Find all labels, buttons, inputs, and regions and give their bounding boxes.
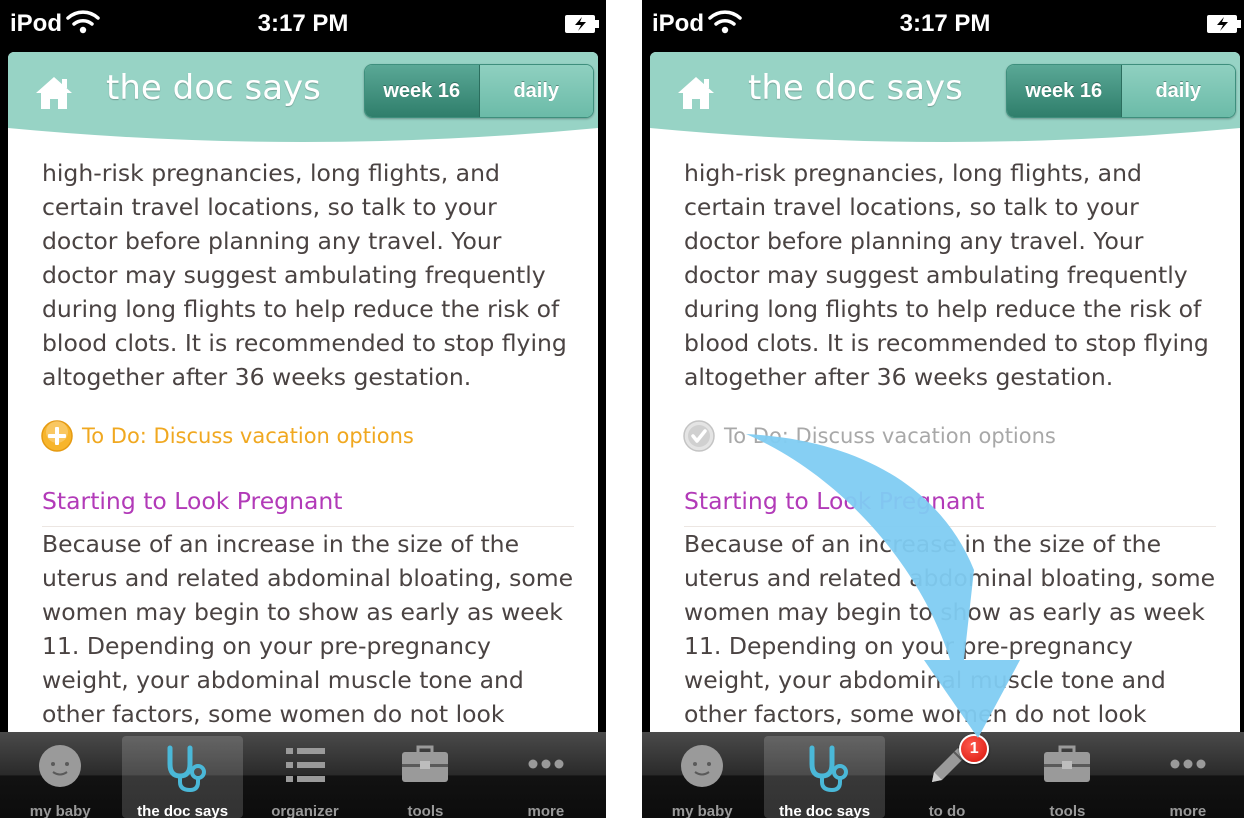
checkmark-icon[interactable] (682, 419, 716, 453)
tab-tools[interactable]: tools (1007, 732, 1127, 818)
tab-label: organizer (271, 803, 339, 818)
home-icon[interactable] (34, 74, 74, 112)
status-bar: iPod 3:17 PM (642, 0, 1244, 52)
tab-label: more (1169, 803, 1207, 818)
page-title: the doc says (106, 68, 321, 108)
tab-label: to do (928, 803, 966, 818)
phone-screen-after: iPod 3:17 PM the doc says week 16 daily … (642, 0, 1244, 818)
tab-to-do[interactable]: 1 to do (887, 732, 1007, 818)
tab-label: my baby (29, 803, 91, 818)
segment-week[interactable]: week 16 (365, 65, 480, 117)
stethoscope-icon (809, 745, 848, 793)
segment-daily[interactable]: daily (1121, 65, 1235, 117)
article-paragraph: high-risk pregnancies, long flights, and… (684, 159, 1209, 391)
article-content: high-risk pregnancies, long flights, and… (8, 156, 598, 732)
battery-icon (1207, 15, 1241, 33)
stethoscope-icon (167, 745, 206, 793)
tab-the-doc-says[interactable]: the doc says (764, 736, 885, 818)
article-paragraph: Because of an increase in the size of th… (684, 530, 1216, 728)
todo-item[interactable]: To Do: Discuss vacation options (40, 416, 574, 456)
tab-tools[interactable]: tools (365, 732, 485, 818)
tab-the-doc-says[interactable]: the doc says (122, 736, 243, 818)
phone-screen-before: iPod 3:17 PM the doc says week 16 daily … (0, 0, 606, 818)
tab-bar: my baby the doc says 1 to do tools more (642, 732, 1244, 818)
baby-face-icon (681, 745, 724, 787)
app-screen: the doc says week 16 daily high-risk pre… (8, 52, 598, 732)
tab-label: the doc says (137, 803, 229, 818)
battery-icon (565, 15, 599, 33)
app-screen: the doc says week 16 daily high-risk pre… (650, 52, 1240, 732)
tab-more[interactable]: more (1128, 732, 1244, 818)
more-dots-icon (528, 759, 564, 769)
article-paragraph: Because of an increase in the size of th… (42, 530, 574, 728)
tab-label: tools (407, 803, 444, 818)
add-todo-icon[interactable] (40, 419, 74, 453)
article-content: high-risk pregnancies, long flights, and… (650, 156, 1240, 732)
page-title: the doc says (748, 68, 963, 108)
more-dots-icon (1170, 759, 1206, 769)
tab-organizer[interactable]: organizer (245, 732, 365, 818)
toolbox-icon (402, 745, 449, 782)
section-heading: Starting to Look Pregnant (42, 484, 574, 527)
todo-label: To Do: Discuss vacation options (724, 424, 1056, 448)
home-icon[interactable] (676, 74, 716, 112)
notification-badge: 1 (959, 734, 990, 764)
toolbox-icon (1044, 745, 1091, 782)
clock: 3:17 PM (899, 10, 991, 37)
week-daily-segmented-control: week 16 daily (364, 64, 594, 118)
section-heading: Starting to Look Pregnant (684, 484, 1216, 527)
week-daily-segmented-control: week 16 daily (1006, 64, 1236, 118)
segment-week[interactable]: week 16 (1007, 65, 1122, 117)
tab-my-baby[interactable]: my baby (0, 732, 120, 818)
tab-label: tools (1049, 803, 1086, 818)
tab-more[interactable]: more (486, 732, 606, 818)
todo-item[interactable]: To Do: Discuss vacation options (682, 416, 1216, 456)
list-icon (286, 748, 326, 782)
status-bar: iPod 3:17 PM (0, 0, 606, 52)
tab-label: the doc says (779, 803, 871, 818)
baby-face-icon (39, 745, 82, 787)
tab-label: my baby (671, 803, 733, 818)
app-header: the doc says week 16 daily (650, 52, 1240, 152)
article-paragraph: high-risk pregnancies, long flights, and… (42, 159, 567, 391)
tab-bar: my baby the doc says organizer tools mor… (0, 732, 606, 818)
app-header: the doc says week 16 daily (8, 52, 598, 152)
tab-label: more (527, 803, 565, 818)
todo-label: To Do: Discuss vacation options (82, 424, 414, 448)
tab-my-baby[interactable]: my baby (642, 732, 762, 818)
clock: 3:17 PM (257, 10, 349, 37)
segment-daily[interactable]: daily (479, 65, 593, 117)
